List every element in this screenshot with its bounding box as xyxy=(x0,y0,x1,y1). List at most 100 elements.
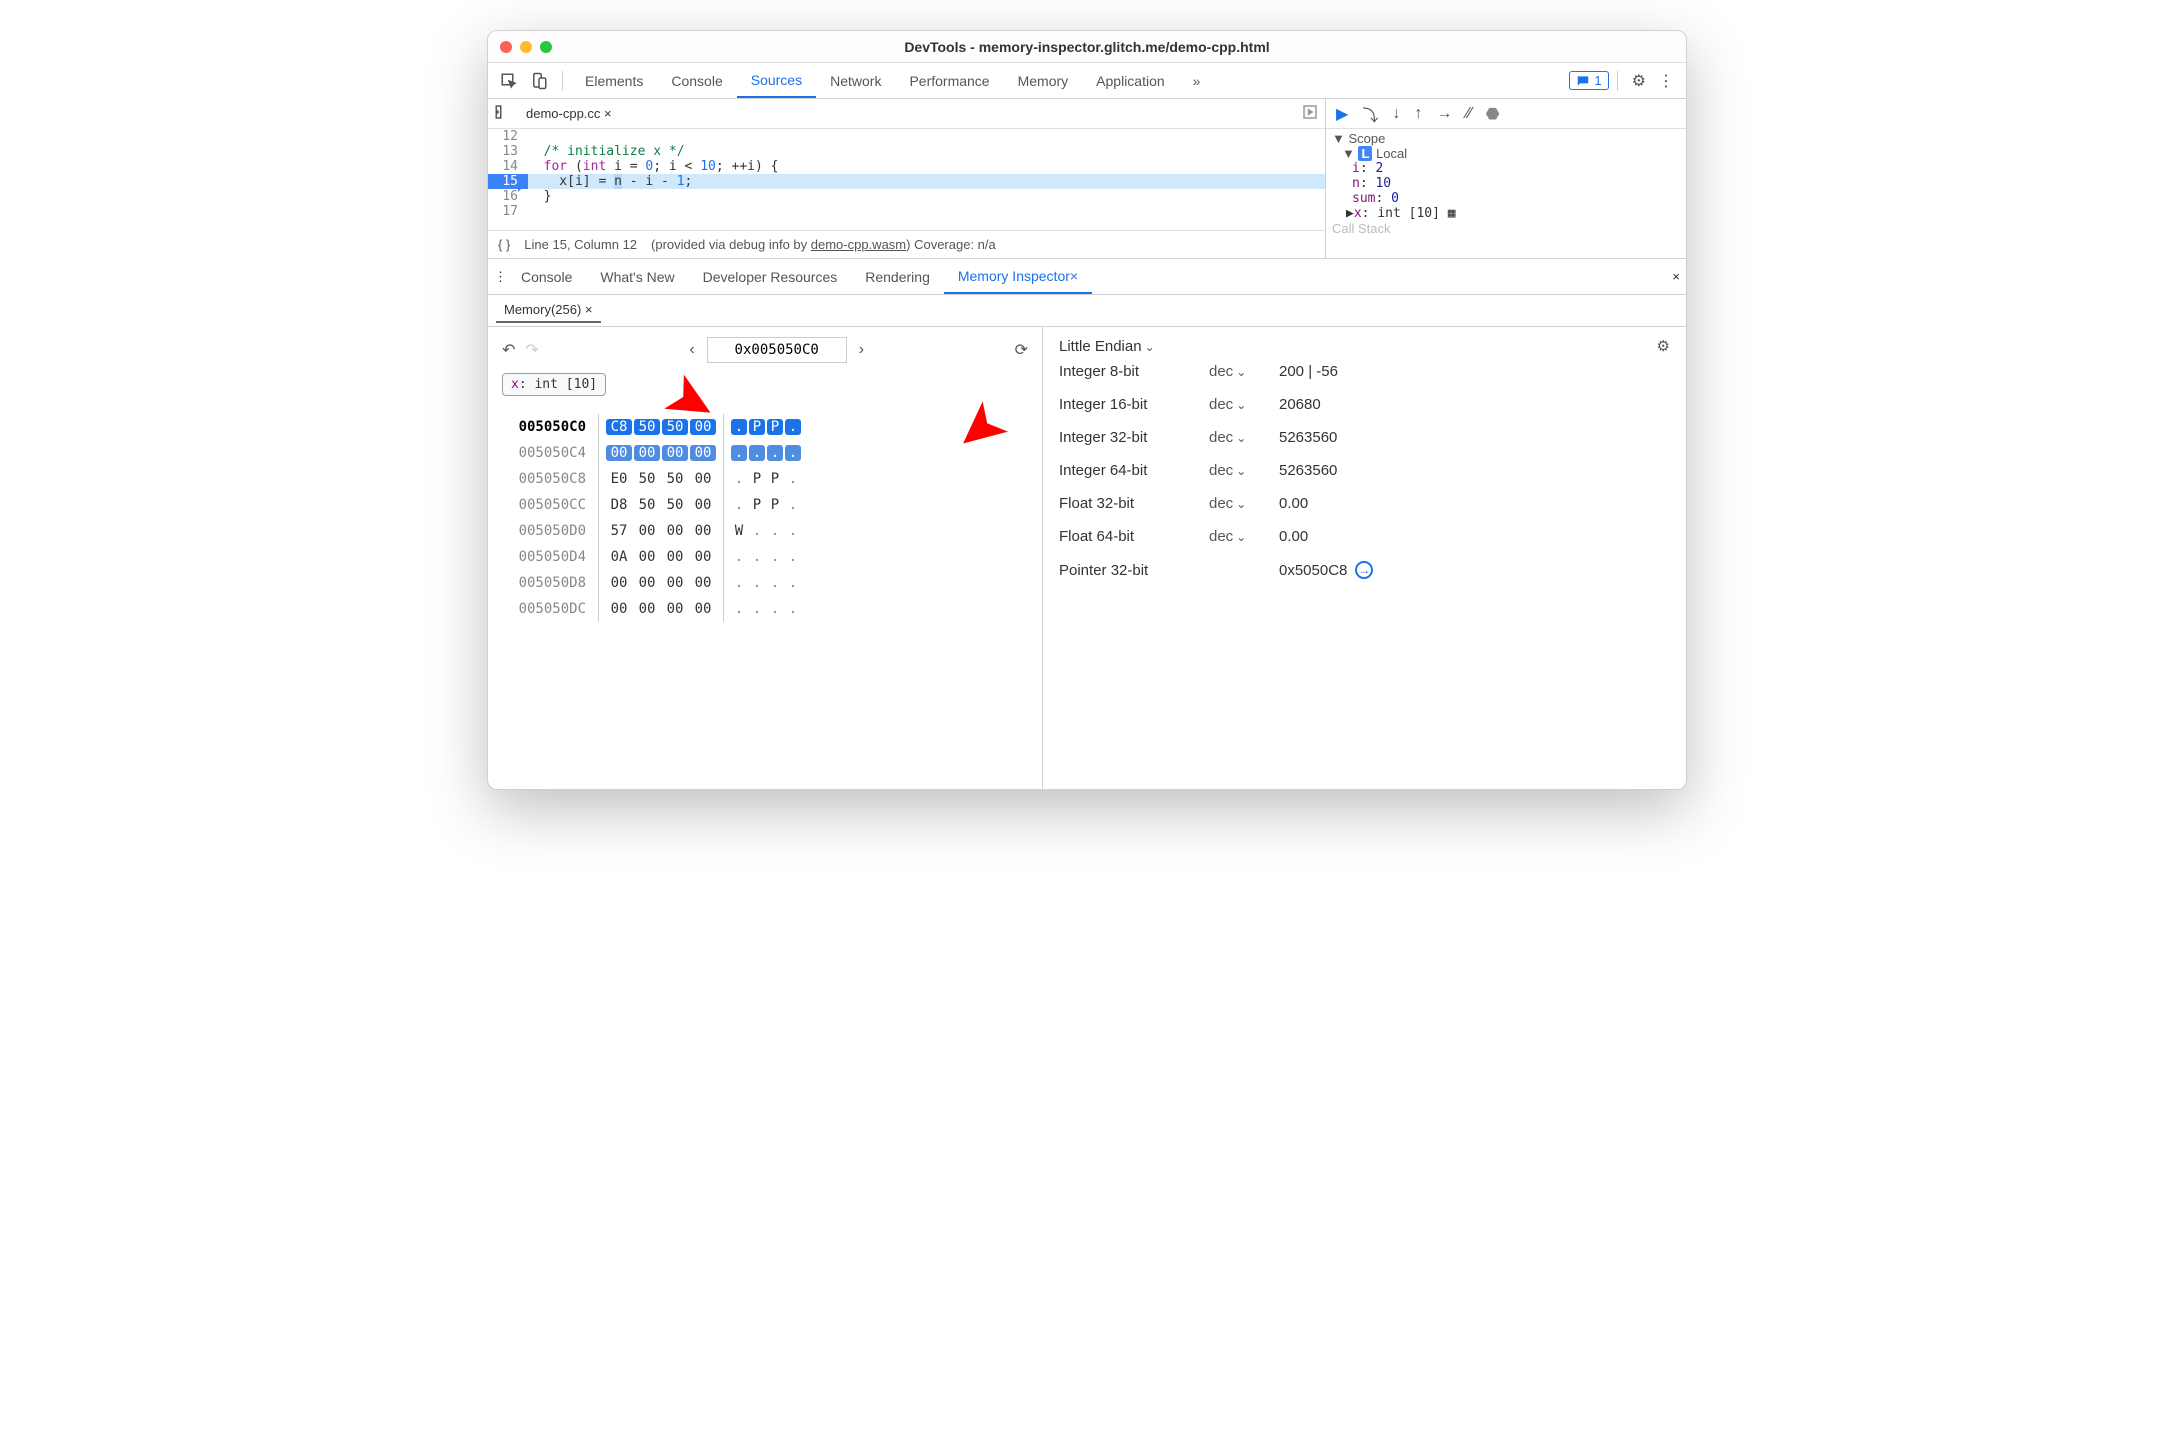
step-icon[interactable]: → xyxy=(1436,105,1452,123)
debugger-toolbar: ▶ ⤵ ↓ ↑ → ⁄⁄ ⬣ xyxy=(1326,99,1686,129)
scope-var-i[interactable]: i: 2 xyxy=(1332,161,1680,176)
minimize-icon[interactable] xyxy=(520,41,532,53)
tab-performance[interactable]: Performance xyxy=(895,63,1003,98)
code-line[interactable]: 17 xyxy=(488,204,1325,219)
scope-local[interactable]: ▼ L Local xyxy=(1332,146,1680,161)
gear-icon[interactable]: ⚙ xyxy=(1657,337,1670,355)
value-label: Pointer 32-bit xyxy=(1059,562,1209,579)
hex-table[interactable]: 005050C0C8505000.PP.005050C400000000....… xyxy=(502,414,1028,622)
close-icon[interactable]: × xyxy=(1672,269,1680,284)
tab-memory[interactable]: Memory xyxy=(1004,63,1083,98)
window-title: DevTools - memory-inspector.glitch.me/de… xyxy=(488,39,1686,55)
next-page-icon[interactable]: › xyxy=(859,341,864,359)
memory-tab[interactable]: Memory(256) × xyxy=(496,298,601,323)
format-select[interactable]: dec xyxy=(1209,429,1279,446)
status-bar: { } Line 15, Column 12 (provided via deb… xyxy=(488,230,1325,258)
callstack-header[interactable]: Call Stack xyxy=(1332,221,1680,236)
code-line[interactable]: 12 xyxy=(488,129,1325,144)
close-icon[interactable] xyxy=(500,41,512,53)
device-icon[interactable] xyxy=(524,72,554,90)
value-label: Float 32-bit xyxy=(1059,495,1209,512)
refresh-icon[interactable]: ⟳ xyxy=(1015,340,1028,360)
hex-row[interactable]: 005050DC00000000.... xyxy=(502,596,1028,622)
memory-inspector-body: ↶ ↷ ‹ › ⟳ x: int [10] ➤ ➤ 005050C0C85050… xyxy=(488,327,1686,789)
run-snippet-icon[interactable] xyxy=(1301,103,1319,124)
redo-icon[interactable]: ↷ xyxy=(525,340,538,360)
close-icon[interactable]: × xyxy=(604,106,612,121)
scope-section: ▼ Scope ▼ L Local i: 2n: 10sum: 0 ▶x: in… xyxy=(1326,129,1686,258)
value-row: Float 32-bitdec0.00 xyxy=(1059,487,1670,520)
object-chip[interactable]: x: int [10] xyxy=(502,373,606,396)
step-out-icon[interactable]: ↑ xyxy=(1414,105,1422,123)
tab-sources[interactable]: Sources xyxy=(737,63,816,98)
messages-badge[interactable]: 1 xyxy=(1569,71,1608,90)
step-into-icon[interactable]: ↓ xyxy=(1392,105,1400,123)
code-viewer[interactable]: 12 13 /* initialize x */14 for (int i = … xyxy=(488,129,1325,230)
hex-row[interactable]: 005050D800000000.... xyxy=(502,570,1028,596)
format-select[interactable]: dec xyxy=(1209,396,1279,413)
gear-icon[interactable]: ⚙ xyxy=(1626,71,1652,91)
format-select[interactable]: dec xyxy=(1209,495,1279,512)
file-tab[interactable]: demo-cpp.cc × xyxy=(518,102,620,125)
resume-icon[interactable]: ▶ xyxy=(1336,104,1348,124)
hex-row[interactable]: 005050C8E0505000.PP. xyxy=(502,466,1028,492)
value-label: Integer 8-bit xyxy=(1059,363,1209,380)
scope-var-x[interactable]: ▶x: int [10] ▦ xyxy=(1332,206,1680,221)
scope-header[interactable]: ▼ Scope xyxy=(1332,131,1680,146)
message-count: 1 xyxy=(1594,73,1601,88)
value: 5263560 xyxy=(1279,429,1337,446)
hex-row[interactable]: 005050D057000000W... xyxy=(502,518,1028,544)
pretty-print-icon[interactable]: { } xyxy=(498,237,510,252)
code-line[interactable]: 14 for (int i = 0; i < 10; ++i) { xyxy=(488,159,1325,174)
goto-address-icon[interactable]: → xyxy=(1355,561,1373,579)
prev-page-icon[interactable]: ‹ xyxy=(689,341,694,359)
more-tabs[interactable]: » xyxy=(1179,63,1215,98)
hex-row[interactable]: 005050D40A000000.... xyxy=(502,544,1028,570)
step-over-icon[interactable]: ⤵ xyxy=(1362,102,1378,126)
drawer-tab-memory-inspector[interactable]: Memory Inspector × xyxy=(944,259,1092,294)
value-label: Float 64-bit xyxy=(1059,528,1209,545)
value-pane: Little Endian ⚙ Integer 8-bitdec200 | -5… xyxy=(1043,327,1686,789)
value: 0.00 xyxy=(1279,528,1308,545)
memory-chip-icon[interactable]: ▦ xyxy=(1448,206,1456,221)
value-row: Float 64-bitdec0.00 xyxy=(1059,520,1670,553)
drawer-tab-developer-resources[interactable]: Developer Resources xyxy=(689,259,852,294)
address-input[interactable] xyxy=(707,337,847,363)
navigator-icon[interactable] xyxy=(494,103,512,124)
drawer-tab-what-s-new[interactable]: What's New xyxy=(586,259,688,294)
drawer-tab-console[interactable]: Console xyxy=(507,259,586,294)
kebab-icon[interactable]: ⋮ xyxy=(1652,71,1680,91)
format-select[interactable]: dec xyxy=(1209,462,1279,479)
scope-var-n[interactable]: n: 10 xyxy=(1332,176,1680,191)
close-icon[interactable]: × xyxy=(585,302,593,317)
inspect-icon[interactable] xyxy=(494,72,524,90)
code-line[interactable]: 16 } xyxy=(488,189,1325,204)
value-label: Integer 16-bit xyxy=(1059,396,1209,413)
format-select[interactable]: dec xyxy=(1209,528,1279,545)
tab-network[interactable]: Network xyxy=(816,63,895,98)
deactivate-bp-icon[interactable]: ⁄⁄ xyxy=(1466,105,1471,123)
hex-row[interactable]: 005050CCD8505000.PP. xyxy=(502,492,1028,518)
close-icon[interactable]: × xyxy=(1070,268,1078,284)
value: 0x5050C8 xyxy=(1279,562,1347,579)
wasm-link[interactable]: demo-cpp.wasm xyxy=(811,237,906,252)
code-line[interactable]: 13 /* initialize x */ xyxy=(488,144,1325,159)
drawer-tabs: ⋮ ConsoleWhat's NewDeveloper ResourcesRe… xyxy=(488,259,1686,295)
zoom-icon[interactable] xyxy=(540,41,552,53)
pause-exc-icon[interactable]: ⬣ xyxy=(1486,104,1500,124)
format-select[interactable]: dec xyxy=(1209,363,1279,380)
hex-row[interactable]: 005050C400000000.... xyxy=(502,440,1028,466)
code-line[interactable]: 15 x[i] = n - i - 1; xyxy=(488,174,1325,189)
endian-select[interactable]: Little Endian xyxy=(1059,338,1155,355)
drawer-tab-rendering[interactable]: Rendering xyxy=(851,259,944,294)
value: 5263560 xyxy=(1279,462,1337,479)
tab-application[interactable]: Application xyxy=(1082,63,1179,98)
kebab-icon[interactable]: ⋮ xyxy=(494,269,507,285)
scope-var-sum[interactable]: sum: 0 xyxy=(1332,191,1680,206)
tab-elements[interactable]: Elements xyxy=(571,63,657,98)
cursor-position: Line 15, Column 12 xyxy=(524,237,637,252)
tab-console[interactable]: Console xyxy=(657,63,736,98)
value-row: Integer 16-bitdec20680 xyxy=(1059,388,1670,421)
undo-icon[interactable]: ↶ xyxy=(502,340,515,360)
hex-pane: ↶ ↷ ‹ › ⟳ x: int [10] ➤ ➤ 005050C0C85050… xyxy=(488,327,1043,789)
